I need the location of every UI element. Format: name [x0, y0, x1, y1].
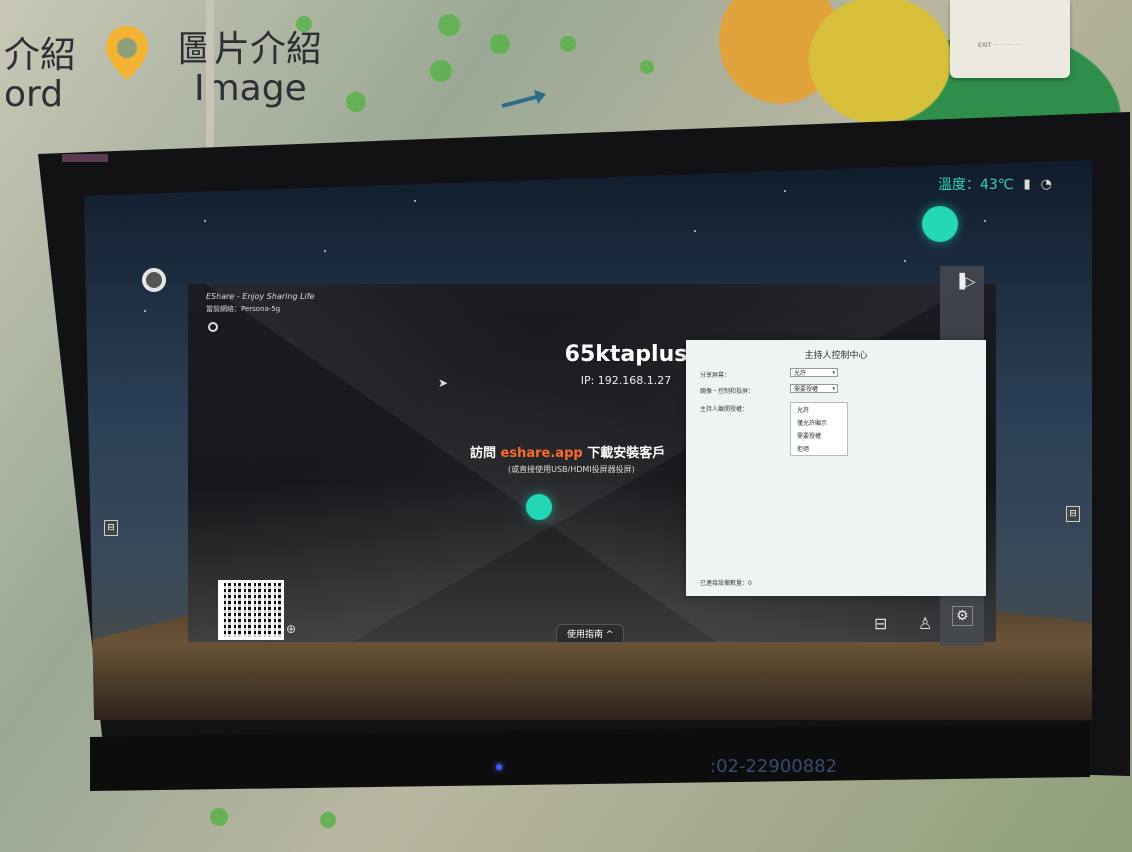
wall-text-left-top: 介紹	[4, 35, 77, 76]
host-leave-dropdown: 允許 僅允許顯示 需要授權 拒絕	[790, 402, 848, 456]
mirror-control-label: 鏡像・控制和投屏：	[700, 388, 755, 395]
temperature-readout: 溫度：43℃	[937, 177, 1014, 193]
dropdown-option[interactable]: 需要授權	[791, 429, 847, 442]
user-icon[interactable]: ♙	[918, 614, 932, 633]
floating-ball-button[interactable]	[922, 206, 958, 242]
eshare-logo: EShare - Enjoy Sharing Life	[206, 292, 315, 301]
wall-dot	[560, 36, 576, 52]
qr-code	[218, 580, 284, 640]
mirror-control-select[interactable]: 需要授權 ▾	[790, 384, 838, 393]
connected-device-count: 已連接設備數量：0	[700, 580, 752, 587]
wall-dot	[490, 34, 510, 54]
wall-dot	[640, 60, 654, 74]
host-panel-title: 主持人控制中心	[804, 351, 868, 361]
download-instruction: 訪問 eshare.app 下載安裝客戶	[470, 442, 665, 461]
map-pin-icon	[106, 26, 148, 80]
wall-dot	[210, 808, 228, 826]
zoom-in-icon[interactable]: ⊕	[286, 622, 296, 636]
tv-screen: 溫度：43℃ ▮ ◔ ⊟ ⊟ EShare - Enjoy Sharing Li…	[84, 160, 1092, 720]
floating-ball-button[interactable]	[526, 494, 552, 520]
usb-hdmi-hint: (或直接使用USB/HDMI投屏器投屏)	[508, 465, 635, 474]
dropdown-option[interactable]: 僅允許顯示	[791, 416, 847, 429]
user-guide-button[interactable]: 使用指南 ^	[556, 624, 625, 643]
host-control-panel: 主持人控制中心 分享屏幕： 允許 ▾ 鏡像・控制和投屏： 需要授權 ▾ 主持人離…	[686, 340, 986, 596]
ring-icon	[208, 322, 218, 332]
wall-pole	[206, 0, 214, 150]
wifi-icon: ◔	[1040, 176, 1052, 192]
arrow-icon	[501, 90, 546, 108]
dropdown-option[interactable]: 拒絕	[791, 442, 847, 455]
settings-icon[interactable]: ⚙	[952, 606, 973, 626]
usb-icon: ▮	[1023, 176, 1031, 192]
network-label: 當前網絡：Persona-5g	[206, 305, 281, 313]
share-screen-value: 允許	[794, 370, 807, 377]
power-led-icon	[496, 764, 502, 770]
mirror-control-value: 需要授權	[794, 386, 819, 393]
chevron-down-icon: ▾	[832, 386, 835, 392]
collapse-panel-icon[interactable]: ▐▷	[954, 274, 976, 290]
wall-text-right-top: 圖片介紹	[178, 29, 323, 70]
wall-dot	[430, 60, 452, 82]
host-leave-label: 主持人離開授權：	[700, 406, 749, 413]
wall-phone-number: :02-22900882	[710, 756, 838, 777]
share-screen-select[interactable]: 允許 ▾	[790, 368, 838, 377]
wall-dot	[438, 14, 460, 36]
mouse-cursor-icon: ➤	[438, 376, 449, 390]
eshare-link[interactable]: eshare.app	[501, 446, 583, 461]
wall-sign: EXIT · · · · · · · ·	[950, 0, 1070, 78]
wall-text-left-bottom: ord	[4, 74, 64, 115]
share-screen-label: 分享屏幕：	[700, 372, 731, 379]
dropdown-option[interactable]: 允許	[791, 403, 847, 416]
right-side-tab[interactable]: ⊟	[1066, 506, 1080, 522]
wall-dot	[320, 812, 336, 828]
left-side-tab[interactable]: ⊟	[104, 520, 118, 536]
tv-brand-logo	[62, 154, 108, 162]
wall-dot	[346, 92, 366, 112]
status-bar: 溫度：43℃ ▮ ◔	[938, 174, 1052, 194]
chevron-down-icon: ▾	[832, 370, 835, 376]
visit-suffix: 下載安裝客戶	[587, 446, 666, 461]
screen-share-icon[interactable]: ⊟	[874, 614, 887, 633]
visit-prefix: 訪問	[470, 446, 497, 461]
home-ring-button[interactable]	[142, 268, 166, 292]
